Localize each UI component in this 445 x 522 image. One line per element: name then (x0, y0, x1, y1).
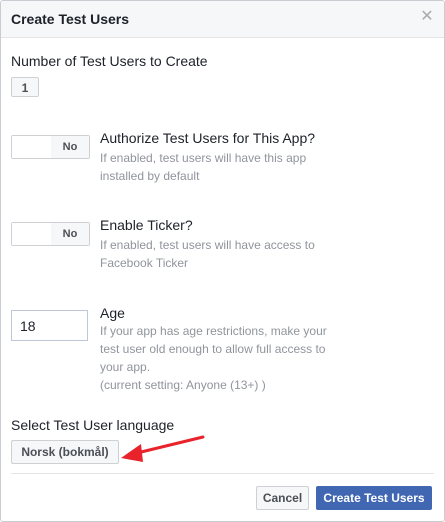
description-line: your app. (100, 360, 151, 374)
age-input[interactable] (11, 310, 88, 341)
description-line: installed by default (100, 169, 200, 183)
close-icon[interactable]: ✕ (420, 9, 434, 25)
create-test-users-dialog: Create Test Users ✕ Number of Test Users… (0, 0, 445, 522)
authorize-app-toggle[interactable]: No (11, 135, 90, 159)
description-line: test user old enough to allow full acces… (100, 342, 326, 356)
toggle-state-label: No (51, 136, 89, 158)
cancel-button[interactable]: Cancel (256, 486, 309, 510)
dialog-header: Create Test Users ✕ (1, 1, 444, 38)
description-line: If enabled, test users will have access … (100, 238, 315, 252)
toggle-state-label: No (51, 223, 89, 245)
enable-ticker-description: If enabled, test users will have access … (100, 236, 340, 272)
authorize-app-description: If enabled, test users will have this ap… (100, 149, 340, 185)
toggle-knob (12, 136, 53, 158)
description-line: If your app has age restrictions, make y… (100, 324, 327, 338)
enable-ticker-toggle[interactable]: No (11, 222, 90, 246)
toggle-knob (12, 223, 53, 245)
description-line: (current setting: Anyone (13+) ) (100, 378, 266, 392)
description-line: If enabled, test users will have this ap… (100, 151, 307, 165)
user-count-label: Number of Test Users to Create (11, 53, 208, 69)
language-selector[interactable]: Norsk (bokmål) (11, 440, 119, 464)
age-title: Age (100, 305, 125, 321)
footer-divider (11, 473, 434, 474)
authorize-app-title: Authorize Test Users for This App? (100, 130, 316, 146)
dialog-title: Create Test Users (11, 11, 130, 27)
user-count-selector[interactable]: 1 (11, 77, 39, 97)
annotation-arrow-icon (121, 435, 205, 462)
enable-ticker-title: Enable Ticker? (100, 217, 193, 233)
create-test-users-button[interactable]: Create Test Users (316, 486, 432, 510)
description-line: Facebook Ticker (100, 256, 189, 270)
age-description: If your app has age restrictions, make y… (100, 322, 360, 394)
